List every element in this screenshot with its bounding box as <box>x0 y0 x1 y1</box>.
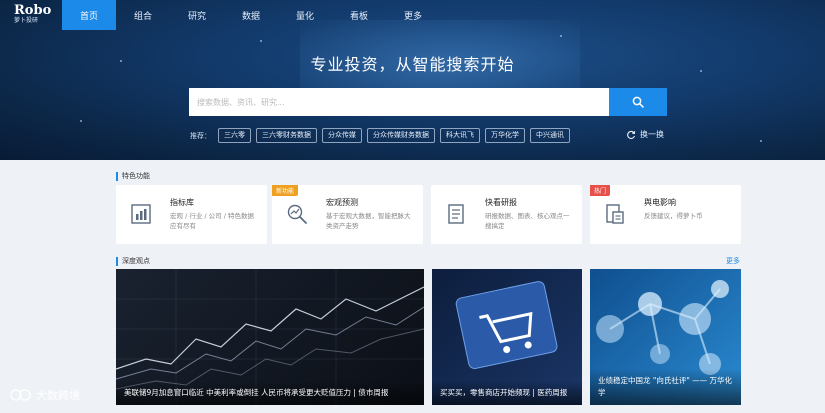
logo[interactable]: Robo 萝卜投研 <box>0 0 62 30</box>
recommend-label: 推荐： <box>190 131 211 140</box>
news-title: 深度观点 <box>122 257 150 265</box>
nav-item-research[interactable]: 研究 <box>170 0 224 30</box>
recommend-tag[interactable]: 中兴通讯 <box>530 128 570 143</box>
refresh-label: 换一换 <box>640 130 664 139</box>
recommend-row: 推荐： 三六零 三六零财务数据 分众传媒 分众传媒财务数据 科大讯飞 万华化学 … <box>190 128 570 143</box>
feature-card-macro-forecast[interactable]: 新功能 宏观预测 基于宏观大数据，智能把脉大类资产走势 <box>272 185 423 244</box>
recommend-tag[interactable]: 科大讯飞 <box>440 128 480 143</box>
news-caption: 买买买，零售商店开始频现 | 医药周报 <box>432 381 582 405</box>
magnifier-chart-icon <box>287 204 307 224</box>
nav-item-dashboard[interactable]: 看板 <box>332 0 386 30</box>
news-card[interactable]: 买买买，零售商店开始频现 | 医药周报 <box>432 269 582 405</box>
feature-card-title: 宏观预测 <box>326 198 358 207</box>
hero-star <box>760 140 762 142</box>
feature-card-title: 快看研报 <box>485 198 517 207</box>
feature-card-indicators[interactable]: 指标库 宏观 / 行业 / 公司 / 特色数据应有尽有 <box>116 185 267 244</box>
logo-subtext: 萝卜投研 <box>14 17 39 24</box>
section-marker <box>116 171 118 181</box>
document-icon <box>448 204 464 224</box>
nav-item-home[interactable]: 首页 <box>62 0 116 30</box>
recommend-tag[interactable]: 分众传媒 <box>322 128 362 143</box>
search-button[interactable] <box>609 88 667 116</box>
nav-item-quant[interactable]: 量化 <box>278 0 332 30</box>
feature-card-desc: 基于宏观大数据，智能把脉大类资产走势 <box>326 212 411 230</box>
feature-card-desc: 反馈建议，得萝卜币 <box>644 212 703 220</box>
features-title: 特色功能 <box>122 172 150 180</box>
recommend-tag[interactable]: 三六零财务数据 <box>256 128 317 143</box>
hero-star <box>80 120 82 122</box>
feature-card-title: 舆电影响 <box>644 198 676 207</box>
nav-item-data[interactable]: 数据 <box>224 0 278 30</box>
watermark: 大数跨境 <box>10 387 80 403</box>
news-caption: 美联储9月加息窗口临近 中美利率或倒挂 人民币将承受更大贬值压力 | 债市周报 <box>116 381 424 405</box>
hero-banner: Robo 萝卜投研 首页 组合 研究 数据 量化 看板 更多 专业投资，从智能搜… <box>0 0 825 160</box>
nav-item-portfolio[interactable]: 组合 <box>116 0 170 30</box>
search-icon <box>632 96 644 108</box>
feature-card-influence[interactable]: 热门 舆电影响 反馈建议，得萝卜币 <box>590 185 741 244</box>
report-icon <box>606 204 624 224</box>
recommend-tag[interactable]: 三六零 <box>218 128 251 143</box>
hero-star <box>260 40 262 42</box>
news-caption: 业绩稳定中国龙 "向氏社评" —— 万华化学 <box>590 369 741 405</box>
watermark-logo-icon <box>10 389 31 401</box>
watermark-text: 大数跨境 <box>36 389 80 402</box>
search-input[interactable] <box>189 88 609 116</box>
logo-text: Robo <box>14 3 52 18</box>
feature-card-title: 指标库 <box>170 198 194 207</box>
search-bar <box>189 88 667 116</box>
features-section-title: 特色功能 <box>116 171 150 181</box>
bar-chart-icon <box>131 204 151 224</box>
top-nav: Robo 萝卜投研 首页 组合 研究 数据 量化 看板 更多 <box>0 0 825 30</box>
nav-item-more[interactable]: 更多 <box>386 0 440 30</box>
refresh-icon <box>627 130 636 139</box>
hero-star <box>560 35 562 37</box>
new-badge: 新功能 <box>272 185 299 196</box>
more-link[interactable]: 更多 <box>726 256 740 266</box>
news-card[interactable]: 业绩稳定中国龙 "向氏社评" —— 万华化学 <box>590 269 741 405</box>
recommend-tag[interactable]: 分众传媒财务数据 <box>367 128 435 143</box>
feature-card-desc: 研报数据、图表、核心观点一搜搞定 <box>485 212 570 230</box>
recommend-tag[interactable]: 万华化学 <box>485 128 525 143</box>
refresh-button[interactable]: 换一换 <box>626 129 664 140</box>
feature-card-quick-reports[interactable]: 快看研报 研报数据、图表、核心观点一搜搞定 <box>431 185 582 244</box>
feature-card-desc: 宏观 / 行业 / 公司 / 特色数据应有尽有 <box>170 212 254 230</box>
news-section-title: 深度观点 <box>116 256 150 266</box>
hero-headline: 专业投资，从智能搜索开始 <box>310 55 515 74</box>
hot-badge: 热门 <box>590 185 611 196</box>
news-card[interactable]: 美联储9月加息窗口临近 中美利率或倒挂 人民币将承受更大贬值压力 | 债市周报 <box>116 269 424 405</box>
section-marker <box>116 256 118 266</box>
